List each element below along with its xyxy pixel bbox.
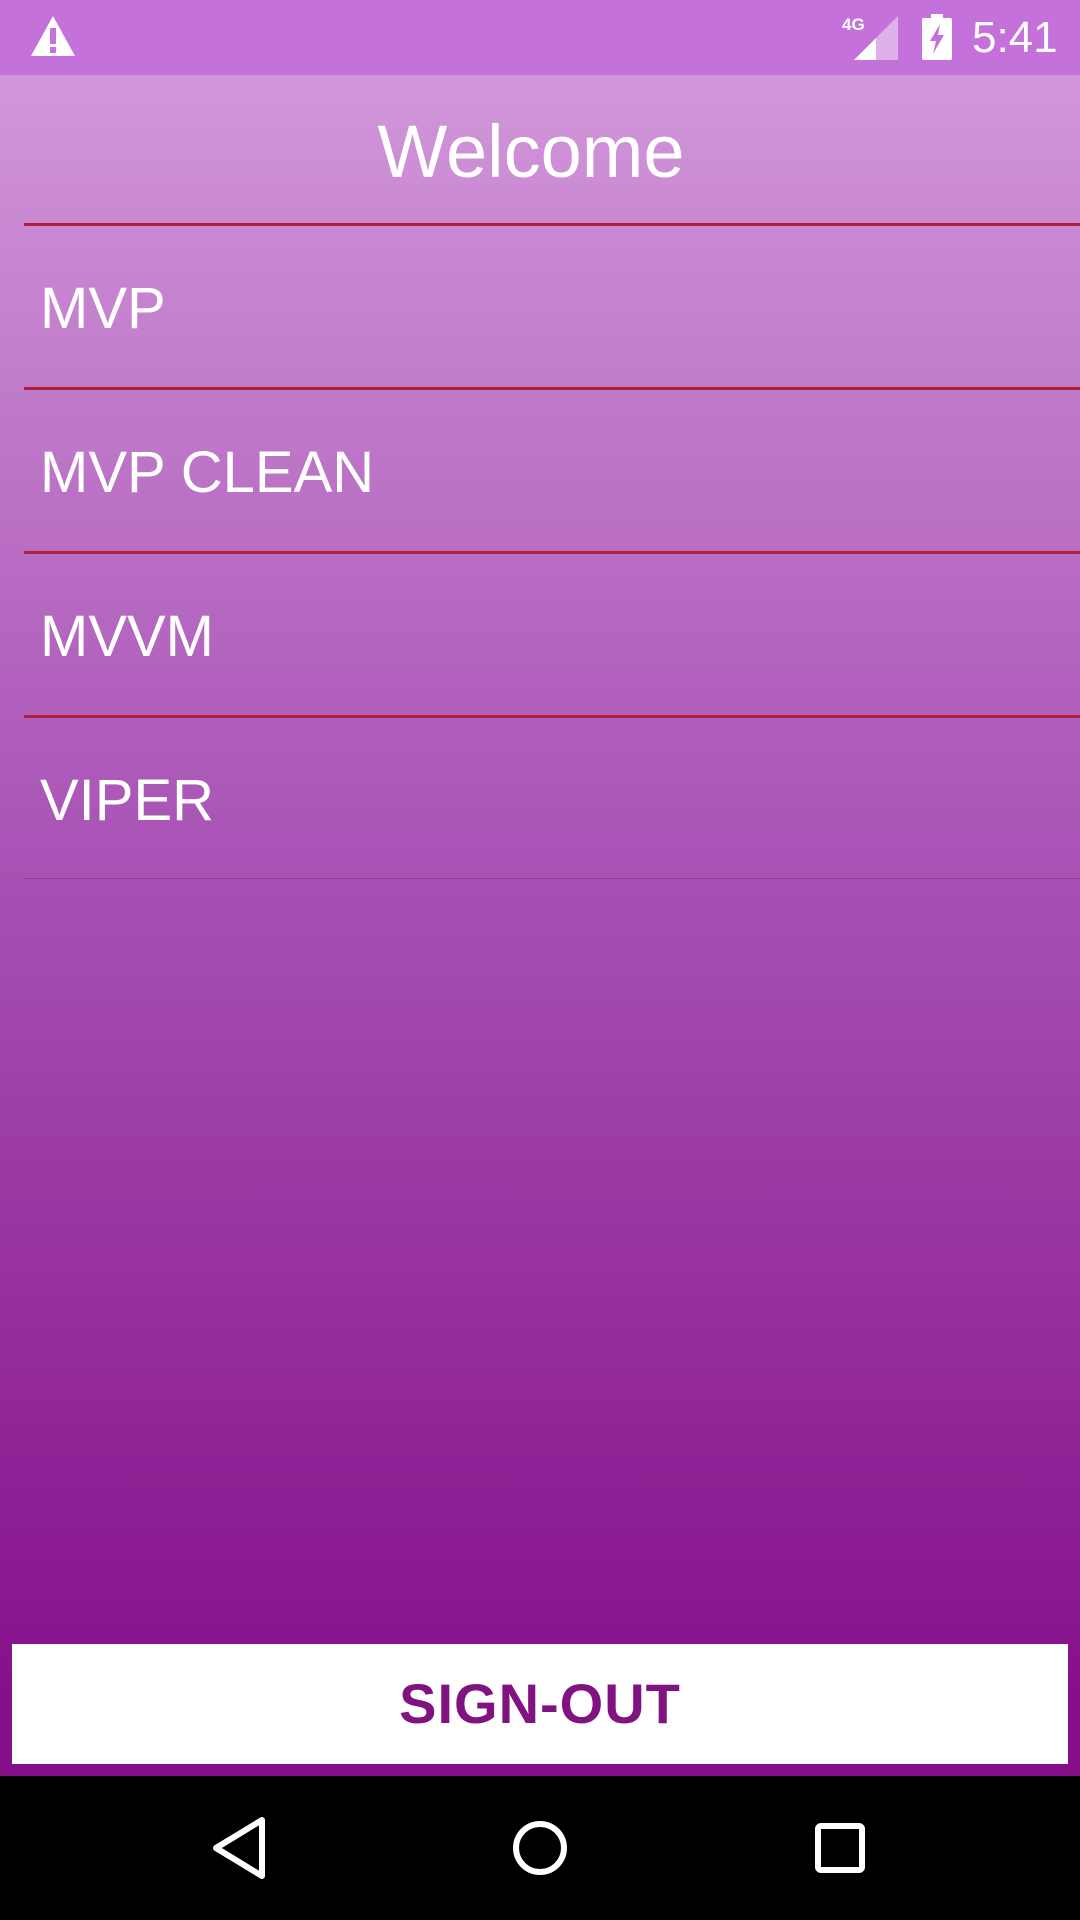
- battery-charging-icon: [922, 14, 952, 60]
- list-item-mvvm[interactable]: MVVM: [24, 551, 1080, 715]
- main-content: Welcome MVP MVP CLEAN MVVM VIPER SIGN-OU…: [0, 75, 1080, 1776]
- warning-icon: [31, 16, 75, 56]
- list-item-label: MVP CLEAN: [40, 440, 375, 505]
- status-time: 5:41: [972, 13, 1058, 62]
- home-icon[interactable]: [498, 1806, 582, 1890]
- signal-icon: 4G: [842, 15, 898, 60]
- back-icon[interactable]: [198, 1806, 282, 1890]
- list-item-label: VIPER: [40, 768, 215, 833]
- status-bar: 4G 5:41: [0, 0, 1080, 75]
- list-item-label: MVP: [40, 276, 166, 341]
- recent-apps-icon[interactable]: [798, 1806, 882, 1890]
- list-item-mvp-clean[interactable]: MVP CLEAN: [24, 387, 1080, 551]
- navigation-bar: [0, 1776, 1080, 1920]
- app-screen: 4G 5:41 Welcome MVP MVP CLEAN MVVM VIPER…: [0, 0, 1080, 1920]
- list-item-label: MVVM: [40, 604, 214, 669]
- list-item-mvp[interactable]: MVP: [24, 223, 1080, 387]
- page-title: Welcome: [377, 110, 685, 193]
- list-item-viper[interactable]: VIPER: [24, 715, 1080, 879]
- sign-out-button[interactable]: SIGN-OUT: [12, 1644, 1068, 1764]
- network-type-label: 4G: [842, 15, 865, 34]
- architecture-list: MVP MVP CLEAN MVVM VIPER: [24, 223, 1080, 879]
